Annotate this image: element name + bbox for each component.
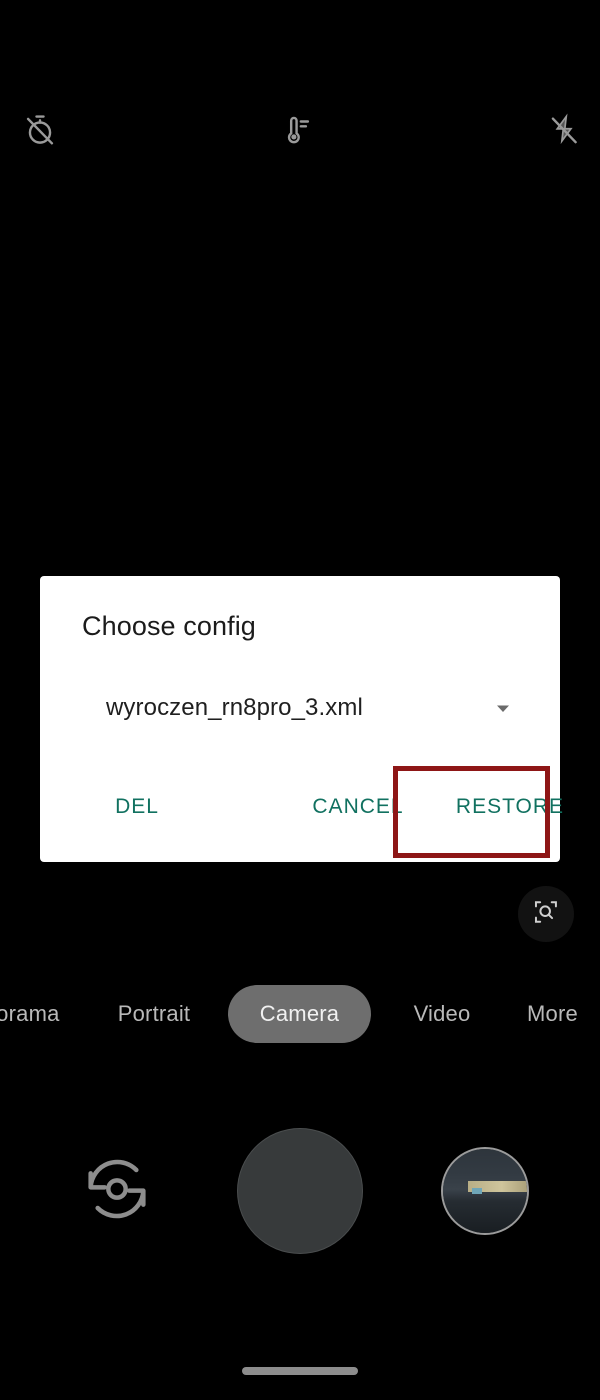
switch-camera-button[interactable] xyxy=(72,1146,162,1236)
shutter-button[interactable] xyxy=(238,1129,362,1253)
restore-button[interactable]: RESTORE xyxy=(435,768,585,846)
zoom-lens-button[interactable] xyxy=(518,886,574,942)
mode-portrait[interactable]: Portrait xyxy=(95,985,213,1043)
camera-mode-selector: Panorama Portrait Camera Video More xyxy=(0,985,600,1043)
choose-config-dialog: Choose config wyroczen_rn8pro_3.xml DEL … xyxy=(40,576,563,862)
dialog-action-row: DEL CANCEL RESTORE xyxy=(40,768,563,846)
thumbnail-image-accent xyxy=(471,1187,483,1195)
mode-video[interactable]: Video xyxy=(388,985,496,1043)
config-spinner[interactable]: wyroczen_rn8pro_3.xml xyxy=(106,684,518,732)
mode-camera[interactable]: Camera xyxy=(228,985,371,1043)
config-spinner-value: wyroczen_rn8pro_3.xml xyxy=(106,694,363,721)
cancel-button[interactable]: CANCEL xyxy=(289,768,427,846)
camera-flip-icon xyxy=(77,1149,157,1234)
mode-more[interactable]: More xyxy=(527,985,600,1043)
home-indicator[interactable] xyxy=(242,1367,358,1375)
dialog-title: Choose config xyxy=(82,611,256,641)
zoom-lens-icon xyxy=(532,898,560,931)
chevron-down-icon xyxy=(492,697,514,719)
camera-app-screen: Choose config wyroczen_rn8pro_3.xml DEL … xyxy=(0,0,600,1400)
delete-config-button[interactable]: DEL xyxy=(88,768,186,846)
photo-thumbnail-button[interactable] xyxy=(441,1147,529,1235)
mode-panorama[interactable]: Panorama xyxy=(0,985,78,1043)
